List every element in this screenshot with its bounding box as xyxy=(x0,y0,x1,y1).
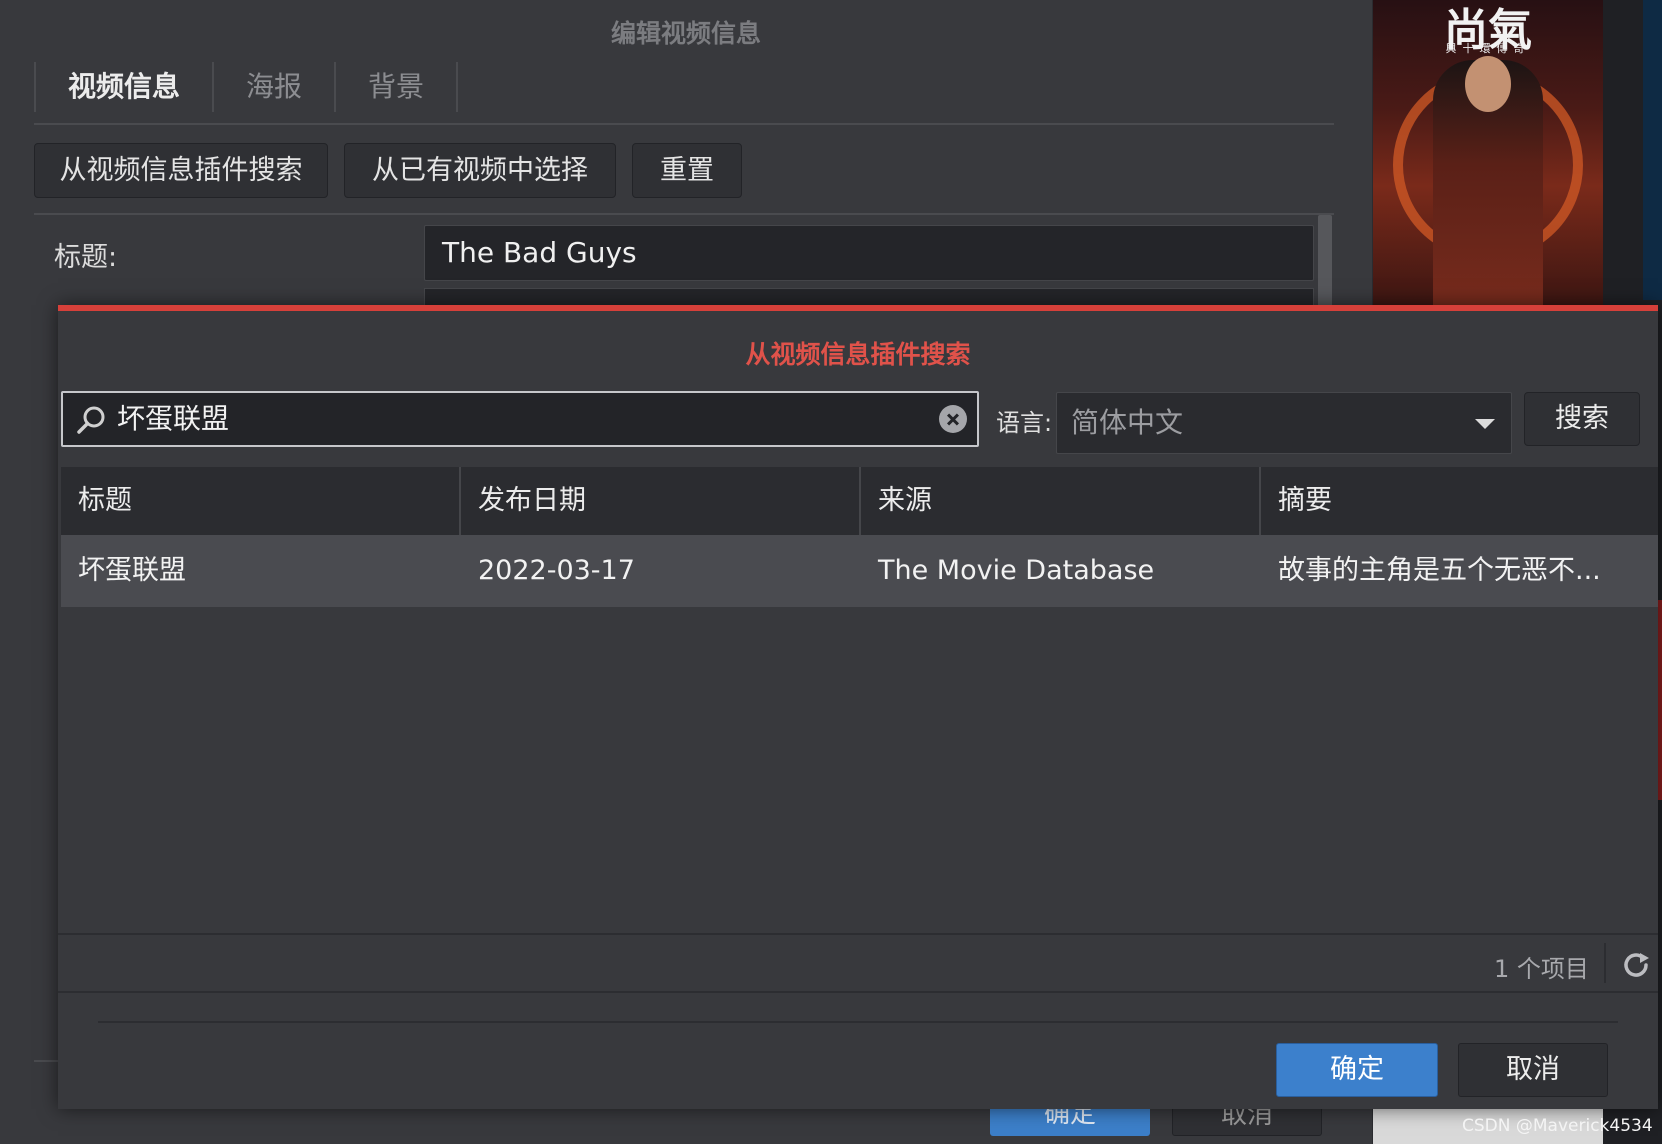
movie-poster[interactable]: 尚氣 與十環傳奇 xyxy=(1373,0,1603,310)
language-value: 简体中文 xyxy=(1071,406,1184,439)
close-icon[interactable] xyxy=(939,405,967,433)
search-query: 坏蛋联盟 xyxy=(117,402,230,435)
table-header: 标题 发布日期 来源 摘要 xyxy=(61,467,1658,535)
divider xyxy=(58,933,1658,935)
divider xyxy=(58,991,1658,993)
tab-poster[interactable]: 海报 xyxy=(212,62,334,112)
divider xyxy=(34,123,1334,125)
column-header-title[interactable]: 标题 xyxy=(61,467,461,535)
search-icon xyxy=(77,406,105,434)
results-table: 标题 发布日期 来源 摘要 坏蛋联盟 2022-03-17 The Movie … xyxy=(61,467,1658,607)
cell-title: 坏蛋联盟 xyxy=(78,555,186,586)
divider xyxy=(1604,943,1606,983)
choose-existing-button[interactable]: 从已有视频中选择 xyxy=(344,143,616,198)
title-field[interactable]: The Bad Guys xyxy=(424,225,1314,281)
column-header-date[interactable]: 发布日期 xyxy=(461,467,861,535)
cell-date: 2022-03-17 xyxy=(478,555,635,586)
cell-summary: 故事的主角是五个无恶不... xyxy=(1278,555,1601,586)
chevron-down-icon xyxy=(1475,419,1495,429)
poster-subtitle: 與十環傳奇 xyxy=(1445,42,1531,55)
poster-head xyxy=(1465,56,1511,112)
title-label: 标题: xyxy=(54,242,118,273)
search-plugin-button[interactable]: 从视频信息插件搜索 xyxy=(34,143,328,198)
column-header-summary[interactable]: 摘要 xyxy=(1261,467,1658,535)
column-header-source[interactable]: 来源 xyxy=(861,467,1261,535)
tab-bar: 视频信息 海报 背景 xyxy=(34,62,459,112)
cancel-button[interactable]: 取消 xyxy=(1458,1043,1608,1097)
language-select[interactable]: 简体中文 xyxy=(1056,392,1512,454)
tab-video-info[interactable]: 视频信息 xyxy=(34,62,212,112)
item-count: 1 个项目 xyxy=(1494,955,1589,983)
side-poster xyxy=(1643,0,1662,300)
ok-button[interactable]: 确定 xyxy=(1276,1043,1438,1097)
tab-background[interactable]: 背景 xyxy=(334,62,459,112)
divider xyxy=(98,1021,1618,1023)
divider xyxy=(34,213,1334,215)
cell-source: The Movie Database xyxy=(878,555,1155,586)
language-label: 语言: xyxy=(996,409,1053,437)
table-row[interactable]: 坏蛋联盟 2022-03-17 The Movie Database 故事的主角… xyxy=(61,535,1658,607)
dialog-title: 从视频信息插件搜索 xyxy=(745,340,971,369)
reset-button[interactable]: 重置 xyxy=(632,143,742,198)
search-button[interactable]: 搜索 xyxy=(1524,392,1640,446)
watermark: CSDN @Maverick4534 xyxy=(1462,1116,1653,1136)
search-input[interactable]: 坏蛋联盟 xyxy=(61,391,979,447)
plugin-search-dialog: 从视频信息插件搜索 坏蛋联盟 语言: 简体中文 搜索 标题 发布日期 来源 摘要… xyxy=(58,305,1658,1109)
refresh-icon[interactable] xyxy=(1620,949,1652,981)
window-title: 编辑视频信息 xyxy=(610,19,761,48)
